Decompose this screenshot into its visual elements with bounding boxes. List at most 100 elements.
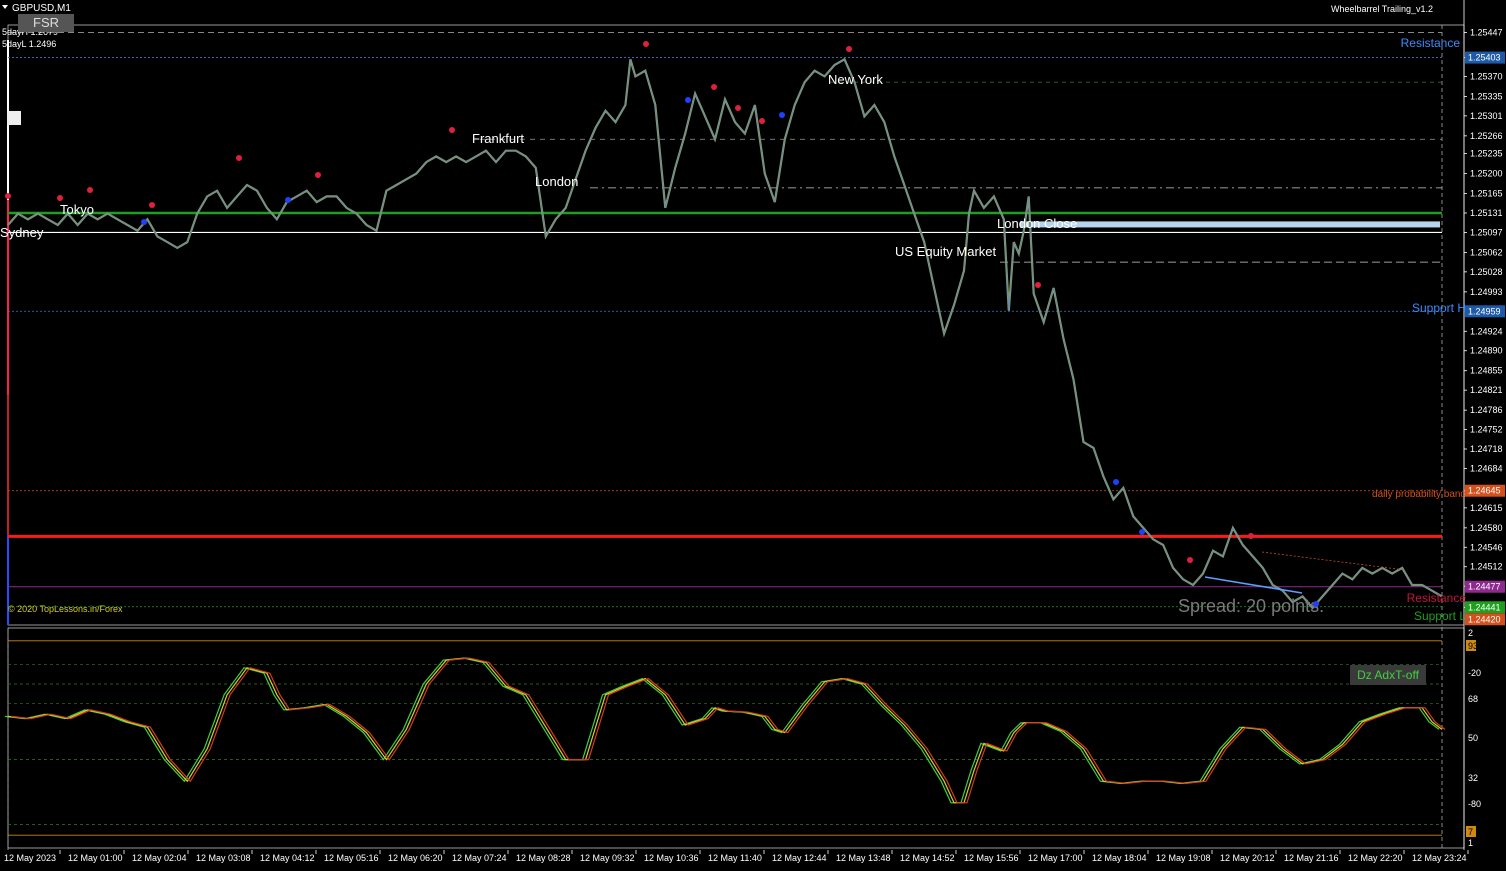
- chevron-down-icon: [2, 5, 8, 9]
- symbol-title: GBPUSD,M1: [12, 3, 71, 14]
- x-tick-label: 12 May 23:24: [1412, 853, 1467, 863]
- y-tick-label: 1.24924: [1470, 326, 1503, 336]
- x-tick-label: 12 May 20:12: [1220, 853, 1275, 863]
- y-tick-label: 1.24615: [1470, 503, 1503, 513]
- dz-adx-badge: Dz AdxT-off: [1350, 665, 1426, 685]
- signal-dot: [5, 193, 11, 199]
- y-tick-label: 1.24580: [1470, 523, 1503, 533]
- x-tick-label: 12 May 14:52: [900, 853, 955, 863]
- signal-dot: [285, 197, 291, 203]
- signal-dot: [1139, 529, 1145, 535]
- signal-dot: [1035, 282, 1041, 288]
- signal-dot: [735, 105, 741, 111]
- x-tick-label: 12 May 11:40: [708, 853, 762, 863]
- y-tick-label: 1.25235: [1470, 149, 1503, 159]
- osc-tick-label: 93: [1468, 641, 1478, 651]
- spread-label: Spread: 20 points.: [1178, 596, 1324, 616]
- y-tick-label: 1.25266: [1470, 131, 1503, 141]
- signal-dot: [141, 219, 147, 225]
- signal-dot: [1187, 557, 1193, 563]
- x-tick-label: 12 May 22:20: [1348, 853, 1403, 863]
- y-tick-label: 1.24890: [1470, 346, 1503, 356]
- session-label-us-equity: US Equity Market: [895, 244, 997, 259]
- y-tick-label: 1.25447: [1470, 27, 1503, 37]
- osc-green-line: [4, 657, 1440, 804]
- y-tick-label: 1.25131: [1470, 208, 1503, 218]
- osc-tick-label: -20: [1468, 668, 1481, 678]
- y-tick-label: 1.24786: [1470, 405, 1503, 415]
- y-tick-label: 1.25062: [1470, 247, 1503, 257]
- osc-tick-label: 68: [1468, 694, 1478, 704]
- signal-dot: [87, 187, 93, 193]
- signal-dot: [711, 84, 717, 90]
- session-label-new-york: New York: [828, 72, 883, 87]
- signal-dot: [315, 172, 321, 178]
- x-tick-label: 12 May 18:04: [1092, 853, 1147, 863]
- signal-dot: [685, 97, 691, 103]
- y-tick-label: 1.24684: [1470, 463, 1503, 473]
- support-h-label: Support H: [1412, 301, 1466, 315]
- y-axis-tag-label: 1.24441: [1468, 602, 1501, 612]
- x-tick-label: 12 May 01:00: [68, 853, 123, 863]
- price-series: [7, 57, 1443, 610]
- signal-dot: [643, 41, 649, 47]
- orange-trend-line: [1261, 551, 1406, 571]
- x-tick-label: 12 May 04:12: [260, 853, 315, 863]
- osc-tick-label: 32: [1468, 773, 1478, 783]
- resistance-label: Resistance: [1401, 36, 1461, 50]
- y-tick-label: 1.25165: [1470, 189, 1503, 199]
- session-label-frankfurt: Frankfurt: [472, 131, 524, 146]
- x-tick-label: 12 May 19:08: [1156, 853, 1211, 863]
- session-label-london-close: London Close: [997, 216, 1077, 231]
- osc-red-line: [10, 657, 1446, 804]
- y-tick-label: 1.25097: [1470, 227, 1503, 237]
- y-axis-tag-label: 1.24477: [1468, 582, 1501, 592]
- y-tick-label: 1.24993: [1470, 287, 1503, 297]
- x-tick-label: 12 May 06:20: [388, 853, 443, 863]
- x-tick-label: 12 May 02:04: [132, 853, 187, 863]
- y-tick-label: 1.25335: [1470, 91, 1503, 101]
- osc-tick-label: 1: [1468, 838, 1473, 848]
- y-tick-label: 1.24546: [1470, 542, 1503, 552]
- x-tick-label: 12 May 15:56: [964, 853, 1019, 863]
- signal-dot: [1313, 601, 1319, 607]
- osc-yellow-line: [7, 657, 1443, 804]
- x-tick-label: 12 May 09:32: [580, 853, 635, 863]
- signal-dot: [149, 202, 155, 208]
- osc-tick-label: -80: [1468, 799, 1481, 809]
- trend-line: [1204, 576, 1303, 594]
- signal-dot: [846, 46, 852, 52]
- price-series-overlay: [7, 58, 1443, 609]
- osc-frame: [7, 627, 1465, 849]
- x-tick-label: 12 May 03:08: [196, 853, 251, 863]
- y-axis-tag-label: 1.24420: [1468, 614, 1501, 624]
- y-axis-tag-label: 1.25403: [1468, 53, 1501, 63]
- day-low-label: 5dayL 1.2496: [2, 39, 56, 49]
- x-tick-label: 12 May 17:00: [1028, 853, 1083, 863]
- toggle-square-button[interactable]: [7, 111, 21, 125]
- y-tick-label: 1.24512: [1470, 562, 1503, 572]
- signal-dot: [1113, 479, 1119, 485]
- daily-band-label: daily probability band: [1372, 489, 1466, 500]
- y-tick-label: 1.25370: [1470, 71, 1503, 81]
- osc-tick-label: 50: [1468, 733, 1478, 743]
- signal-dot: [236, 155, 242, 161]
- y-tick-label: 1.25200: [1470, 169, 1503, 179]
- x-tick-label: 12 May 08:28: [516, 853, 571, 863]
- support-l-label: Support L: [1414, 609, 1466, 623]
- x-tick-label: 12 May 2023: [4, 853, 56, 863]
- x-tick-label: 12 May 05:16: [324, 853, 379, 863]
- resistance-low-label: Resistance: [1407, 591, 1467, 605]
- signal-dot: [1248, 533, 1254, 539]
- fsr-button[interactable]: FSR: [18, 14, 74, 32]
- osc-tick-label: 7: [1468, 827, 1473, 837]
- x-tick-label: 12 May 13:48: [836, 853, 891, 863]
- signal-dot: [759, 118, 765, 124]
- signal-dot: [57, 195, 63, 201]
- price-chart[interactable]: 1.25447 1.25403 1.25370 1.25335 1.25301 1.252…: [0, 0, 1506, 866]
- x-tick-label: 12 May 07:24: [452, 853, 507, 863]
- y-tick-label: 1.25301: [1470, 111, 1503, 121]
- x-tick-label: 12 May 10:36: [644, 853, 699, 863]
- y-axis-tag-label: 1.24645: [1468, 486, 1501, 496]
- y-axis-tag-label: 1.24959: [1468, 306, 1501, 316]
